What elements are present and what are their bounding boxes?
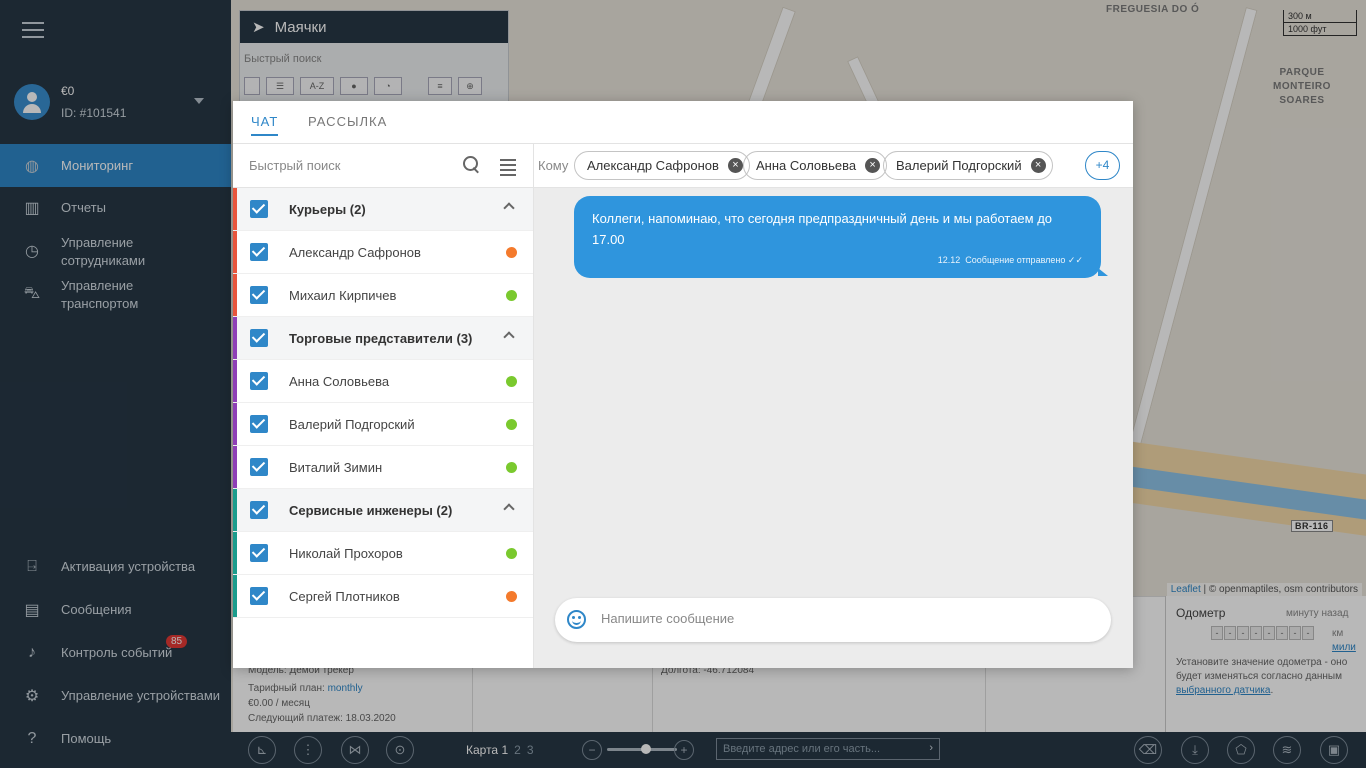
- close-icon[interactable]: ×: [865, 158, 881, 173]
- contact-name: Александр Сафронов: [289, 244, 421, 260]
- status-dot: [506, 375, 517, 387]
- more-recipients-button[interactable]: +4: [1085, 151, 1120, 180]
- modal-tabs: ЧАТ РАССЫЛКА: [233, 101, 1133, 144]
- contacts-pane: Быстрый поиск Курьеры (2) Александр Сафро…: [233, 144, 534, 668]
- contact-checkbox[interactable]: [250, 372, 268, 390]
- chevron-up-icon[interactable]: [503, 331, 515, 343]
- group-checkbox[interactable]: [250, 200, 268, 218]
- chevron-up-icon[interactable]: [503, 202, 515, 214]
- status-dot: [506, 418, 517, 430]
- group-color-stripe: [233, 231, 237, 273]
- double-check-icon: ✓✓: [1067, 255, 1083, 265]
- chat-pane: Кому Александр Сафронов × Анна Соловьева…: [534, 144, 1133, 668]
- emoji-icon[interactable]: [567, 610, 586, 629]
- group-color-stripe: [233, 188, 237, 230]
- message-meta: 12.12 Сообщение отправлено ✓✓: [938, 255, 1083, 266]
- group-name: Сервисные инженеры (2): [289, 502, 453, 518]
- recipient-name: Анна Соловьева: [756, 158, 857, 173]
- status-dot: [506, 590, 517, 602]
- recipient-chip: Анна Соловьева ×: [743, 151, 888, 180]
- contact-row[interactable]: Виталий Зимин: [233, 446, 533, 489]
- group-checkbox[interactable]: [250, 501, 268, 519]
- contact-checkbox[interactable]: [250, 243, 268, 261]
- contact-checkbox[interactable]: [250, 544, 268, 562]
- contact-group-row[interactable]: Курьеры (2): [233, 188, 533, 231]
- contact-row[interactable]: Валерий Подгорский: [233, 403, 533, 446]
- contact-name: Анна Соловьева: [289, 373, 390, 389]
- contact-checkbox[interactable]: [250, 415, 268, 433]
- chat-modal: ЧАТ РАССЫЛКА Быстрый поиск Курьеры (2) Ал…: [233, 101, 1133, 668]
- group-color-stripe: [233, 446, 237, 488]
- group-name: Курьеры (2): [289, 201, 366, 217]
- search-icon[interactable]: [463, 156, 481, 174]
- contact-checkbox[interactable]: [250, 286, 268, 304]
- group-color-stripe: [233, 360, 237, 402]
- group-color-stripe: [233, 403, 237, 445]
- status-dot: [506, 461, 517, 473]
- contact-row[interactable]: Александр Сафронов: [233, 231, 533, 274]
- contact-list: Курьеры (2) Александр Сафронов Михаил Кирп…: [233, 188, 533, 618]
- message-input[interactable]: [601, 611, 1081, 626]
- group-color-stripe: [233, 489, 237, 531]
- recipient-chip: Валерий Подгорский ×: [883, 151, 1053, 180]
- contact-row[interactable]: Сергей Плотников: [233, 575, 533, 618]
- contact-row[interactable]: Анна Соловьева: [233, 360, 533, 403]
- recipient-chip: Александр Сафронов ×: [574, 151, 750, 180]
- close-icon[interactable]: ×: [1030, 158, 1046, 173]
- recipient-name: Александр Сафронов: [587, 158, 719, 173]
- group-color-stripe: [233, 274, 237, 316]
- group-color-stripe: [233, 317, 237, 359]
- contact-group-row[interactable]: Сервисные инженеры (2): [233, 489, 533, 532]
- contact-row[interactable]: Николай Прохоров: [233, 532, 533, 575]
- close-icon[interactable]: ×: [727, 158, 743, 173]
- contact-name: Валерий Подгорский: [289, 416, 415, 432]
- app-root: FREGUESIA DO Ó PARQUE MONTEIRO SOARES BR…: [0, 0, 1366, 768]
- contact-name: Сергей Плотников: [289, 588, 400, 604]
- recipients-row: Кому Александр Сафронов × Анна Соловьева…: [534, 144, 1133, 188]
- group-name: Торговые представители (3): [289, 330, 473, 346]
- contact-name: Михаил Кирпичев: [289, 287, 397, 303]
- message-status: Сообщение отправлено: [965, 255, 1066, 265]
- message-composer: [555, 598, 1111, 642]
- list-icon[interactable]: [500, 159, 516, 179]
- contact-name: Виталий Зимин: [289, 459, 383, 475]
- contact-checkbox[interactable]: [250, 587, 268, 605]
- status-dot: [506, 547, 517, 559]
- group-color-stripe: [233, 532, 237, 574]
- recipient-name: Валерий Подгорский: [896, 158, 1022, 173]
- bubble-tail: [1098, 268, 1108, 276]
- message-bubble: Коллеги, напоминаю, что сегодня предпраз…: [574, 196, 1108, 278]
- contacts-search: Быстрый поиск: [233, 144, 533, 188]
- message-text: Коллеги, напоминаю, что сегодня предпраз…: [592, 211, 1053, 247]
- contact-name: Николай Прохоров: [289, 545, 403, 561]
- contact-row[interactable]: Михаил Кирпичев: [233, 274, 533, 317]
- to-label: Кому: [538, 158, 569, 173]
- contact-checkbox[interactable]: [250, 458, 268, 476]
- contacts-search-input[interactable]: Быстрый поиск: [249, 158, 341, 173]
- message-time: 12.12: [937, 255, 961, 265]
- tab-chat[interactable]: ЧАТ: [251, 114, 279, 136]
- contact-group-row[interactable]: Торговые представители (3): [233, 317, 533, 360]
- status-dot: [506, 246, 517, 258]
- chevron-up-icon[interactable]: [503, 503, 515, 515]
- group-checkbox[interactable]: [250, 329, 268, 347]
- tab-broadcast[interactable]: РАССЫЛКА: [308, 114, 387, 129]
- status-dot: [506, 289, 517, 301]
- group-color-stripe: [233, 575, 237, 617]
